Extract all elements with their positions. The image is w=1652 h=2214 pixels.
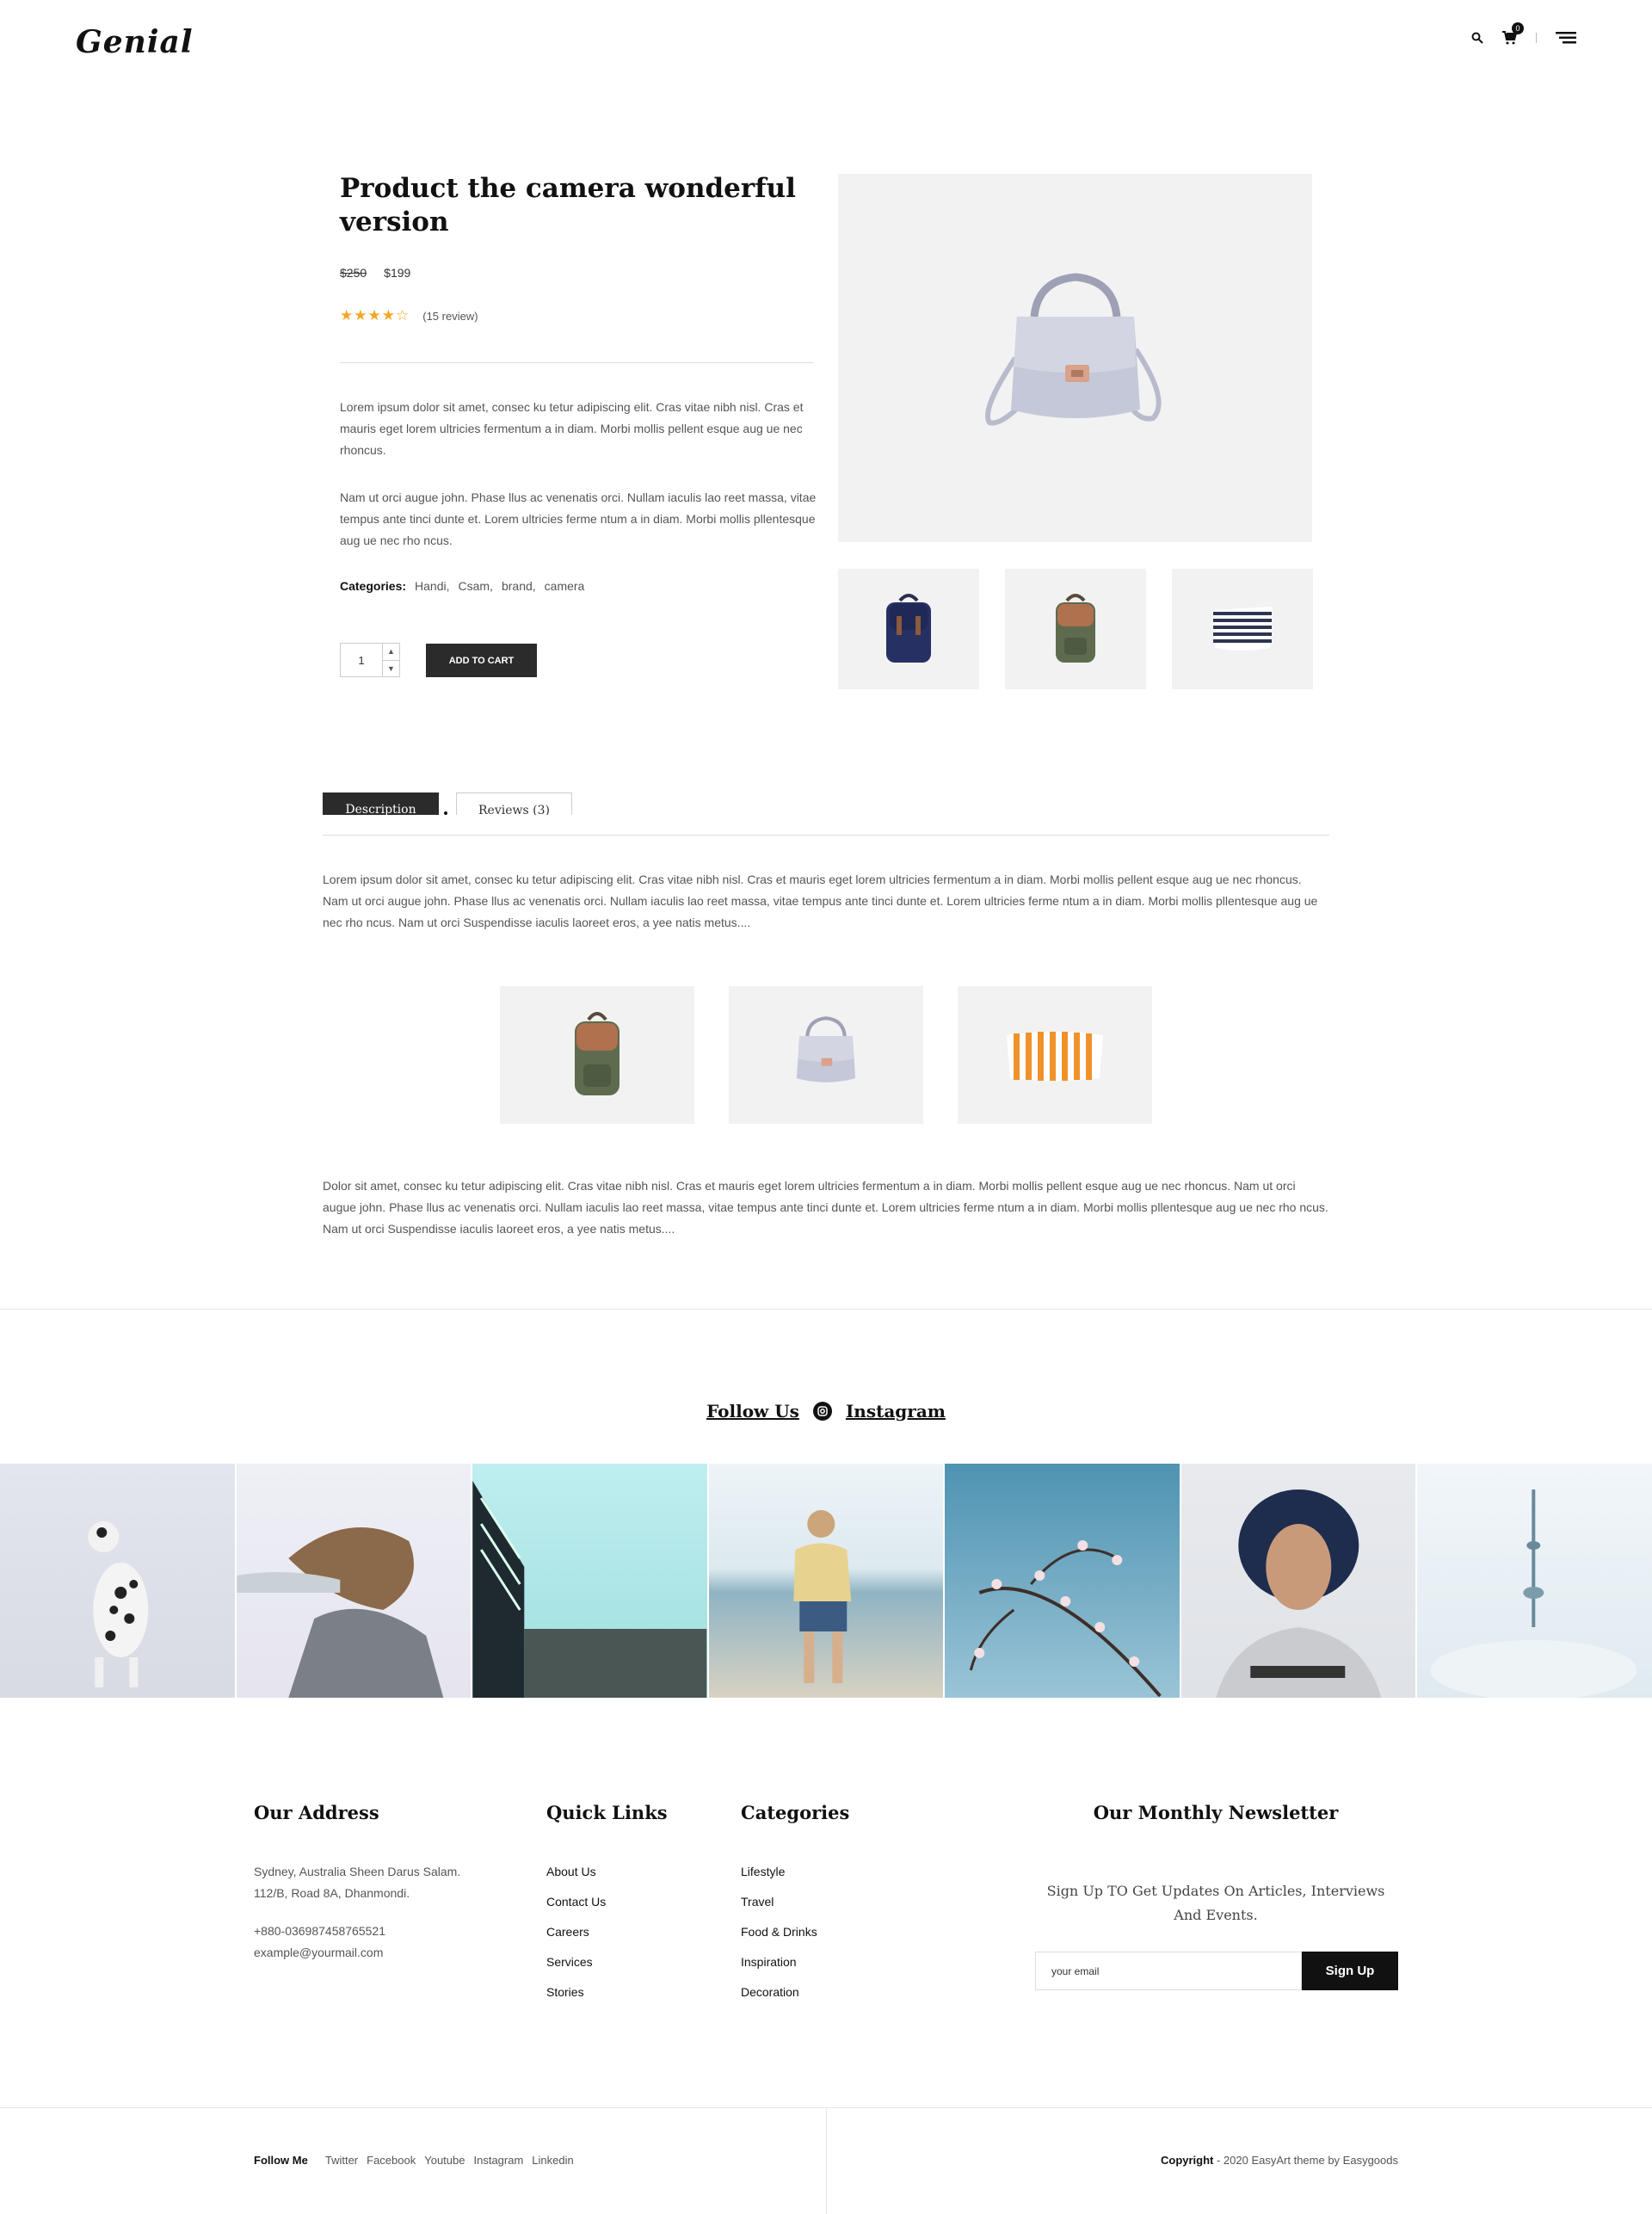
cart-icon[interactable]: 0 [1502,22,1524,45]
address-line-2: 112/B, Road 8A, Dhanmondi. [254,1886,410,1900]
address-line-1: Sydney, Australia Sheen Darus Salam. [254,1865,461,1878]
star-icon: ★ [367,307,381,324]
footer-category-inspiration[interactable]: Inspiration [741,1955,797,1969]
instagram-photo-building[interactable] [472,1464,707,1698]
category-link[interactable]: brand, [502,579,536,593]
category-link[interactable]: Handi, [415,579,449,593]
green-backpack-image [1056,594,1095,663]
social-links: Follow Me Twitter Facebook Youtube Insta… [254,2154,574,2167]
product-title: Product the camera wonderful version [340,173,796,237]
twitter-link[interactable]: Twitter [325,2154,358,2167]
categories-heading: Categories [741,1802,850,1823]
header-icons: 0 [1471,22,1576,45]
category-link[interactable]: Csam, [459,579,493,593]
instagram-link[interactable]: Instagram [846,1401,946,1422]
star-outline-icon: ☆ [396,307,410,324]
star-icon: ★ [340,307,354,324]
instagram-gallery [0,1464,1652,1698]
instagram-photo-beach[interactable] [708,1464,944,1698]
linkedin-link[interactable]: Linkedin [532,2154,573,2167]
instagram-photo-dog[interactable] [0,1464,235,1698]
footer-category-travel[interactable]: Travel [741,1895,774,1909]
footer-link-careers[interactable]: Careers [546,1925,589,1939]
product-main-image[interactable] [838,174,1312,542]
current-price: $199 [384,266,411,280]
footer-link-contact-us[interactable]: Contact Us [546,1895,606,1909]
footer-category-food-drinks[interactable]: Food & Drinks [741,1925,817,1939]
product-thumbnail[interactable] [1172,569,1313,689]
tab-reviews[interactable]: Reviews (3) [456,792,572,815]
category-link[interactable]: camera [545,579,585,593]
handbag-image [796,1016,856,1082]
tab-divider [323,835,1329,836]
product-rating: ★ ★ ★ ★ ☆ (15 review) [340,307,478,324]
footer-link-about-us[interactable]: About Us [546,1865,596,1878]
quick-links-heading: Quick Links [546,1802,668,1823]
description-paragraph-2: Dolor sit amet, consec ku tetur adipisci… [323,1179,1328,1236]
follow-me-label: Follow Me [254,2154,308,2167]
phone-number: +880-036987458765521 [254,1924,385,1938]
search-icon[interactable] [1471,32,1483,44]
handbag-image [984,273,1162,426]
review-count[interactable]: (15 review) [422,310,478,323]
description-image[interactable] [500,986,694,1124]
footer-vertical-divider [826,2108,827,2214]
product-thumbnail[interactable] [1005,569,1146,689]
star-icon: ★ [381,307,395,324]
newsletter-email-input[interactable] [1035,1952,1302,1990]
chevron-down-icon[interactable]: ▼ [383,661,399,677]
chevron-up-icon[interactable]: ▲ [383,644,399,661]
facebook-link[interactable]: Facebook [367,2154,416,2167]
divider [340,362,813,363]
product-categories: Categories: Handi, Csam, brand, camera [340,579,584,593]
instagram-photo-man-hat[interactable] [1180,1464,1416,1698]
copyright-label: Copyright [1160,2154,1214,2167]
follow-us-heading: Follow Us Instagram [0,1401,1652,1422]
copyright-detail: - 2020 EasyArt theme by Easygoods [1213,2154,1398,2167]
star-icon: ★ [354,307,367,324]
old-price: $250 [340,266,367,280]
quantity-arrows: ▲ ▼ [382,644,399,676]
quantity-value[interactable]: 1 [341,644,382,676]
rating-stars: ★ ★ ★ ★ ☆ [340,307,409,324]
sign-up-button[interactable]: Sign Up [1302,1952,1398,1990]
follow-us-link[interactable]: Follow Us [706,1401,799,1422]
product-paragraph-1: Lorem ipsum dolor sit amet, consec ku te… [340,400,804,457]
section-divider [0,1309,1652,1310]
navy-backpack-image [886,594,931,663]
description-image[interactable] [958,986,1152,1124]
product-thumbnail[interactable] [838,569,979,689]
copyright-text: Copyright - 2020 EasyArt theme by Easygo… [1161,2154,1398,2167]
newsletter-subtitle: Sign Up TO Get Updates On Articles, Inte… [1046,1883,1385,1923]
description-image[interactable] [729,986,923,1124]
footer-category-lifestyle[interactable]: Lifestyle [741,1865,785,1878]
add-to-cart-button[interactable]: ADD TO CART [426,644,537,677]
email-address[interactable]: example@yourmail.com [254,1942,383,1964]
site-logo[interactable]: Genial [76,24,194,60]
instagram-footer-link[interactable]: Instagram [473,2154,523,2167]
instagram-photo-tower[interactable] [1417,1464,1652,1698]
header-divider [1536,33,1537,43]
green-backpack-image [575,1012,620,1095]
tab-indicator [444,811,447,815]
newsletter-heading: Our Monthly Newsletter [1093,1802,1339,1823]
address-heading: Our Address [254,1802,379,1823]
footer-link-stories[interactable]: Stories [546,1985,584,1999]
footer-category-decoration[interactable]: Decoration [741,1985,799,1999]
cart-count-badge: 0 [1512,22,1524,34]
footer-link-services[interactable]: Services [546,1955,593,1969]
orange-striped-pouch-image [1007,1032,1103,1081]
quantity-stepper[interactable]: 1 ▲ ▼ [340,643,400,677]
striped-pouch-image [1212,607,1273,651]
instagram-icon[interactable] [812,1402,832,1421]
categories-label: Categories: [340,579,407,593]
menu-icon[interactable] [1556,32,1576,44]
product-paragraph-2: Nam ut orci augue john. Phase llus ac ve… [340,490,817,547]
description-paragraph-1: Lorem ipsum dolor sit amet, consec ku te… [323,873,1318,929]
tab-description[interactable]: Description [323,792,439,815]
instagram-photo-woman-hair[interactable] [236,1464,472,1698]
instagram-photo-blossom[interactable] [945,1464,1180,1698]
product-price: $250 $199 [340,266,410,280]
youtube-link[interactable]: Youtube [424,2154,465,2167]
